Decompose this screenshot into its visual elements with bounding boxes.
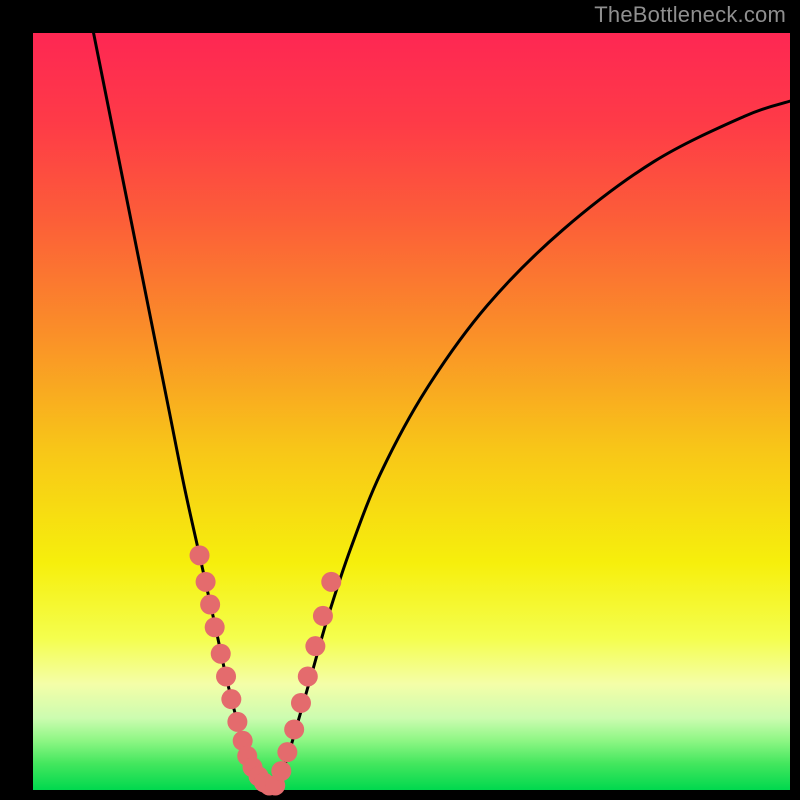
watermark-text: TheBottleneck.com	[594, 2, 786, 28]
chart-stage: TheBottleneck.com	[0, 0, 800, 800]
gradient-panel	[33, 33, 790, 790]
